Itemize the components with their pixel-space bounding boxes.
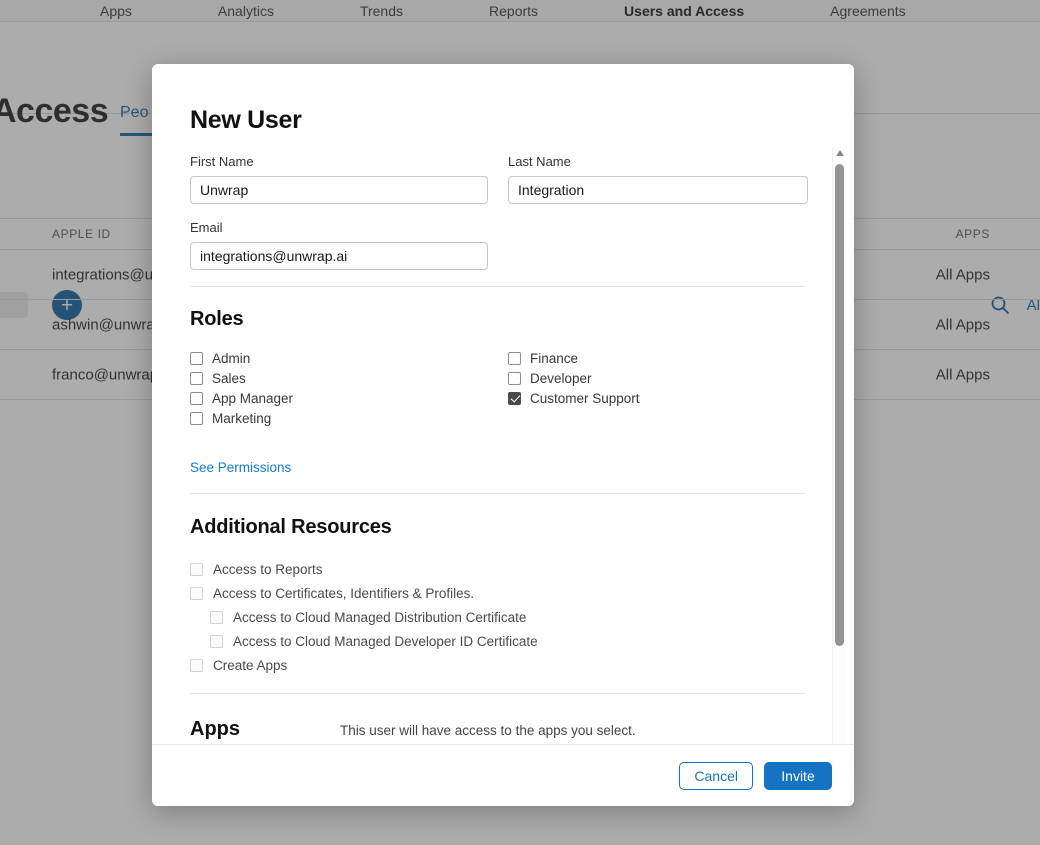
cancel-button[interactable]: Cancel [679, 761, 753, 790]
role-label: App Manager [212, 390, 294, 406]
checkbox-icon[interactable] [190, 586, 203, 600]
role-label: Sales [212, 370, 246, 386]
scrollbar-thumb[interactable] [835, 164, 844, 646]
first-name-field: First Name [190, 154, 488, 204]
resource-label: Access to Reports [213, 561, 323, 577]
modal-title: New User [190, 106, 302, 134]
last-name-input[interactable] [508, 176, 808, 204]
checkbox-checked-icon[interactable] [508, 391, 521, 405]
role-checkbox-sales[interactable]: Sales [190, 368, 508, 388]
resource-checkbox-cloud-managed-distribution-certificate[interactable]: Access to Cloud Managed Distribution Cer… [190, 605, 808, 629]
resource-label: Access to Cloud Managed Distribution Cer… [233, 609, 527, 625]
additional-resources-list: Access to Reports Access to Certificates… [190, 557, 808, 677]
email-input[interactable] [190, 242, 488, 270]
checkbox-icon[interactable] [190, 391, 203, 405]
modal-scrollbar[interactable] [832, 148, 846, 744]
role-label: Marketing [212, 410, 272, 426]
scroll-up-arrow-icon[interactable] [836, 150, 844, 156]
first-name-label: First Name [190, 154, 254, 169]
roles-column-right: Finance Developer Customer Support [508, 348, 808, 428]
see-permissions-link[interactable]: See Permissions [190, 460, 291, 475]
modal-footer: Cancel Invite [152, 744, 854, 806]
modal-body: New User First Name Last Name Email Role… [152, 64, 854, 744]
role-label: Finance [530, 350, 579, 366]
modal-scroll-content: New User First Name Last Name Email Role… [152, 64, 854, 744]
checkbox-icon[interactable] [190, 658, 203, 672]
new-user-modal: New User First Name Last Name Email Role… [152, 64, 854, 806]
checkbox-icon[interactable] [508, 371, 521, 385]
divider-roles [190, 286, 805, 287]
invite-button[interactable]: Invite [764, 761, 832, 790]
email-label: Email [190, 220, 223, 235]
role-checkbox-finance[interactable]: Finance [508, 348, 808, 368]
role-label: Admin [212, 350, 251, 366]
roles-column-left: Admin Sales App Manager Marketing [190, 348, 508, 428]
resource-label: Access to Certificates, Identifiers & Pr… [213, 585, 475, 601]
resource-checkbox-access-to-certificates[interactable]: Access to Certificates, Identifiers & Pr… [190, 581, 808, 605]
resource-checkbox-create-apps[interactable]: Create Apps [190, 653, 808, 677]
apps-section-title: Apps [190, 718, 240, 740]
first-name-input[interactable] [190, 176, 488, 204]
role-checkbox-developer[interactable]: Developer [508, 368, 808, 388]
resource-label: Access to Cloud Managed Developer ID Cer… [233, 633, 538, 649]
divider-resources [190, 493, 805, 494]
roles-grid: Admin Sales App Manager Marketing Financ… [190, 348, 808, 428]
checkbox-icon[interactable] [210, 610, 223, 624]
divider-apps [190, 693, 805, 694]
resource-checkbox-cloud-managed-developer-id-certificate[interactable]: Access to Cloud Managed Developer ID Cer… [190, 629, 808, 653]
apps-section-header: Apps This user will have access to the a… [190, 718, 808, 741]
name-fields-grid: First Name Last Name [190, 154, 808, 220]
role-label: Customer Support [530, 390, 640, 406]
email-field: Email [190, 220, 808, 270]
checkbox-icon[interactable] [508, 351, 521, 365]
role-checkbox-marketing[interactable]: Marketing [190, 408, 508, 428]
roles-section-title: Roles [190, 308, 244, 330]
role-checkbox-admin[interactable]: Admin [190, 348, 508, 368]
role-label: Developer [530, 370, 592, 386]
checkbox-icon[interactable] [190, 562, 203, 576]
checkbox-icon[interactable] [210, 634, 223, 648]
last-name-label: Last Name [508, 154, 571, 169]
last-name-field: Last Name [508, 154, 808, 204]
role-checkbox-app-manager[interactable]: App Manager [190, 388, 508, 408]
checkbox-icon[interactable] [190, 371, 203, 385]
checkbox-icon[interactable] [190, 411, 203, 425]
resource-checkbox-access-to-reports[interactable]: Access to Reports [190, 557, 808, 581]
additional-resources-title: Additional Resources [190, 516, 392, 538]
resource-label: Create Apps [213, 657, 288, 673]
apps-section-note: This user will have access to the apps y… [340, 723, 636, 738]
role-checkbox-customer-support[interactable]: Customer Support [508, 388, 808, 408]
checkbox-icon[interactable] [190, 351, 203, 365]
